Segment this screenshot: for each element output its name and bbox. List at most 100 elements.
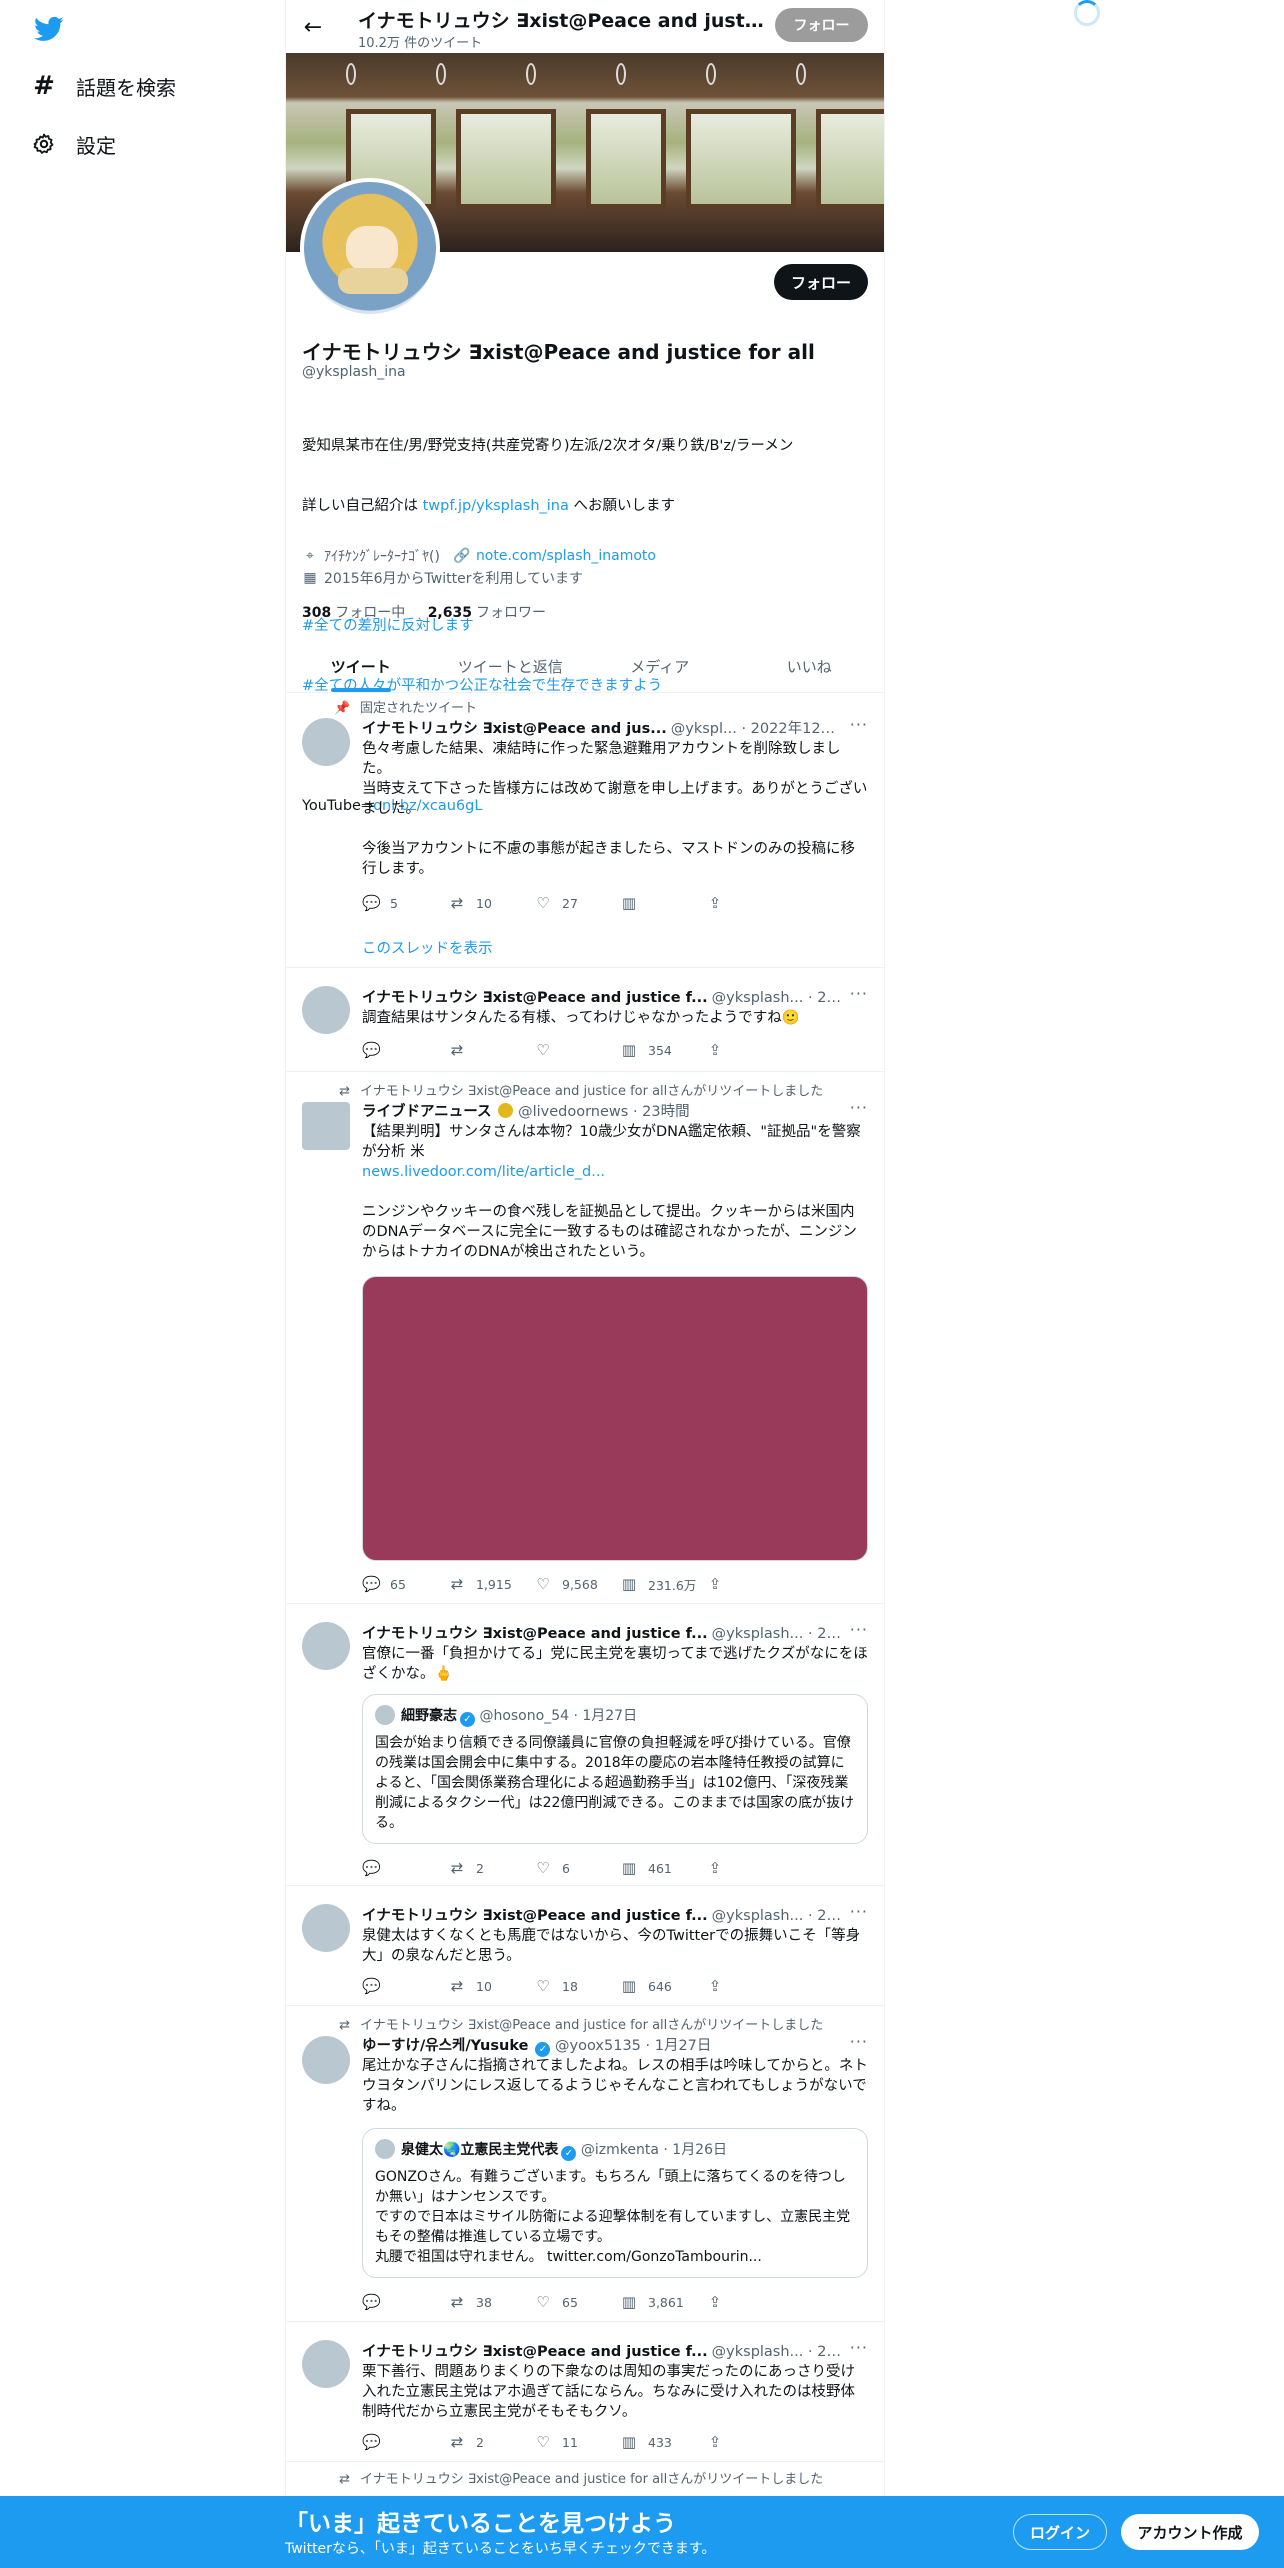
tweet-header: イナモトリュウシ ∃xist@Peace and justice f... @yk… bbox=[362, 1908, 842, 1924]
like-button[interactable]: ♡ 9,568 bbox=[534, 1574, 620, 1594]
views-button[interactable]: ▥ bbox=[620, 893, 706, 913]
reply-button[interactable]: 💬 5 bbox=[362, 893, 448, 913]
tweet[interactable]: イナモトリュウシ ∃xist@Peace and justice f... @yk… bbox=[286, 1886, 884, 2006]
tweet-avatar[interactable] bbox=[302, 986, 350, 1034]
bio-line: 愛知県某市在住/男/野党支持(共産党寄り)左派/2次オタ/乗り鉄/B'z/ラーメ… bbox=[302, 438, 794, 454]
tweet-avatar[interactable] bbox=[302, 1622, 350, 1670]
nav-settings[interactable]: 設定 bbox=[30, 124, 116, 164]
tweet[interactable]: ⇄ イナモトリュウシ ∃xist@Peace and justice for al… bbox=[286, 1072, 884, 1604]
share-button[interactable]: ⇪ bbox=[706, 1040, 792, 1060]
reply-icon: 💬 bbox=[362, 2293, 381, 2311]
share-button[interactable]: ⇪ bbox=[706, 1574, 792, 1594]
like-button[interactable]: ♡ 11 bbox=[534, 2432, 620, 2452]
tweet[interactable]: イナモトリュウシ ∃xist@Peace and justice f... @yk… bbox=[286, 1604, 884, 1886]
share-button[interactable]: ⇪ bbox=[706, 2292, 792, 2312]
tab-tweets[interactable]: ツイート bbox=[286, 640, 436, 692]
like-button[interactable]: ♡ 6 bbox=[534, 1858, 620, 1878]
followers-count[interactable]: 2,635 フォロワー bbox=[428, 605, 546, 621]
tweet-actions: 💬 5 ⇄ 10 ♡ 27 ▥ ⇪ bbox=[362, 893, 792, 913]
profile-website[interactable]: note.com/splash_inamoto bbox=[476, 548, 656, 564]
show-thread-link[interactable]: このスレッドを表示 bbox=[362, 939, 868, 959]
quoted-tweet[interactable]: 泉健太🌏立憲民主党代表 ✓ @izmkenta · 1月26日 GONZOさん。有… bbox=[362, 2128, 868, 2278]
tweet[interactable]: イナモトリュウシ ∃xist@Peace and justice f... @yk… bbox=[286, 968, 884, 1072]
reply-button[interactable]: 💬 bbox=[362, 2432, 448, 2452]
like-button[interactable]: ♡ bbox=[534, 1040, 620, 1060]
retweet-button[interactable]: ⇄ 2 bbox=[448, 2432, 534, 2452]
tweet-avatar[interactable] bbox=[302, 718, 350, 766]
profile-joined: 2015年6月からTwitterを利用しています bbox=[324, 571, 584, 587]
loading-spinner-icon bbox=[1074, 0, 1100, 26]
more-options-icon[interactable]: ··· bbox=[850, 2338, 868, 2357]
tweet[interactable]: 📌 固定されたツイート イナモトリュウシ ∃xist@Peace and jus.… bbox=[286, 693, 884, 968]
heart-icon: ♡ bbox=[536, 1041, 550, 1059]
reply-button[interactable]: 💬 bbox=[362, 1976, 448, 1996]
retweet-button[interactable]: ⇄ 10 bbox=[448, 893, 534, 913]
retweet-button[interactable]: ⇄ 38 bbox=[448, 2292, 534, 2312]
more-options-icon[interactable]: ··· bbox=[850, 2032, 868, 2051]
share-button[interactable]: ⇪ bbox=[706, 1858, 792, 1878]
reply-button[interactable]: 💬 bbox=[362, 1858, 448, 1878]
profile-header-bar: ← イナモトリュウシ ∃xist@Peace and justice for a… bbox=[286, 0, 884, 53]
reply-button[interactable]: 💬 bbox=[362, 1040, 448, 1060]
views-button[interactable]: ▥ 646 bbox=[620, 1976, 706, 1996]
tweet-text: 【結果判明】サンタさんは本物？10歳少女がDNA鑑定依頼、"証拠品"を警察が分析… bbox=[362, 1124, 861, 1160]
views-button[interactable]: ▥ 354 bbox=[620, 1040, 706, 1060]
more-options-icon[interactable]: ··· bbox=[850, 1902, 868, 1921]
tweet-link[interactable]: news.livedoor.com/lite/article_d... bbox=[362, 1162, 868, 1182]
retweet-button[interactable]: ⇄ 10 bbox=[448, 1976, 534, 1996]
tab-tweets-replies[interactable]: ツイートと返信 bbox=[436, 640, 586, 692]
views-button[interactable]: ▥ 231.6万 bbox=[620, 1574, 706, 1594]
tweet-context: ⇄ イナモトリュウシ ∃xist@Peace and justice for al… bbox=[334, 2468, 823, 2487]
views-button[interactable]: ▥ 433 bbox=[620, 2432, 706, 2452]
signup-banner-title: 「いま」起きていることを見つけよう bbox=[285, 2511, 676, 2537]
twitter-logo-icon[interactable] bbox=[34, 14, 64, 44]
header-follow-button[interactable]: フォロー bbox=[775, 8, 868, 42]
heart-icon: ♡ bbox=[536, 1859, 550, 1877]
share-button[interactable]: ⇪ bbox=[706, 1976, 792, 1996]
retweet-button[interactable]: ⇄ 1,915 bbox=[448, 1574, 534, 1594]
share-button[interactable]: ⇪ bbox=[706, 2432, 792, 2452]
tweet-header: ゆーすけ/유스케/Yusuke ✓ @yoox5135 · 1月27日 bbox=[362, 2038, 712, 2057]
share-button[interactable]: ⇪ bbox=[706, 893, 792, 913]
more-options-icon[interactable]: ··· bbox=[850, 1620, 868, 1639]
more-options-icon[interactable]: ··· bbox=[850, 1098, 868, 1117]
retweet-button[interactable]: ⇄ bbox=[448, 1040, 534, 1060]
tweet[interactable]: ⇄ イナモトリュウシ ∃xist@Peace and justice for al… bbox=[286, 2006, 884, 2322]
chart-icon: ▥ bbox=[621, 1859, 637, 1877]
tweet-media-image[interactable] bbox=[362, 1276, 868, 1561]
tab-likes[interactable]: いいね bbox=[735, 640, 885, 692]
signup-button[interactable]: アカウント作成 bbox=[1121, 2514, 1259, 2550]
nav-explore[interactable]: # 話題を検索 bbox=[30, 66, 176, 106]
more-options-icon[interactable]: ··· bbox=[850, 715, 868, 734]
quoted-tweet[interactable]: 細野豪志 ✓ @hosono_54 · 1月27日 国会が始まり信頼できる同僚議員… bbox=[362, 1694, 868, 1844]
reply-icon: 💬 bbox=[362, 894, 381, 912]
reply-button[interactable]: 💬 bbox=[362, 2292, 448, 2312]
more-options-icon[interactable]: ··· bbox=[850, 984, 868, 1003]
tweet[interactable]: イナモトリュウシ ∃xist@Peace and justice f... @yk… bbox=[286, 2322, 884, 2462]
profile-avatar[interactable] bbox=[300, 178, 440, 318]
profile-follow-button[interactable]: フォロー bbox=[774, 264, 868, 300]
reply-button[interactable]: 💬 65 bbox=[362, 1574, 448, 1594]
login-button[interactable]: ログイン bbox=[1013, 2514, 1107, 2550]
tweet-avatar[interactable] bbox=[302, 2340, 350, 2388]
following-count[interactable]: 308 フォロー中 bbox=[302, 605, 405, 621]
retweet-icon: ⇄ bbox=[450, 1041, 464, 1059]
verified-badge-icon: ✓ bbox=[535, 2042, 551, 2057]
tweet-avatar[interactable] bbox=[302, 1102, 350, 1150]
like-button[interactable]: ♡ 27 bbox=[534, 893, 620, 913]
bio-line: 詳しい自己紹介は twpf.jp/yksplash_ina へお願いします bbox=[302, 498, 675, 514]
views-button[interactable]: ▥ 461 bbox=[620, 1858, 706, 1878]
like-button[interactable]: ♡ 65 bbox=[534, 2292, 620, 2312]
retweet-button[interactable]: ⇄ 2 bbox=[448, 1858, 534, 1878]
back-arrow-icon[interactable]: ← bbox=[298, 12, 328, 42]
tweet-header: イナモトリュウシ ∃xist@Peace and justice f... @yk… bbox=[362, 2344, 842, 2360]
retweet-icon: ⇄ bbox=[450, 2293, 464, 2311]
bio-link[interactable]: twpf.jp/yksplash_ina bbox=[423, 498, 569, 514]
like-button[interactable]: ♡ 18 bbox=[534, 1976, 620, 1996]
tab-media[interactable]: メディア bbox=[585, 640, 735, 692]
tweet-avatar[interactable] bbox=[302, 2036, 350, 2084]
tweet-actions: 💬 ⇄ ♡ ▥ 354 ⇪ bbox=[362, 1040, 792, 1060]
nav-settings-label: 設定 bbox=[76, 133, 116, 158]
views-button[interactable]: ▥ 3,861 bbox=[620, 2292, 706, 2312]
tweet-avatar[interactable] bbox=[302, 1904, 350, 1952]
